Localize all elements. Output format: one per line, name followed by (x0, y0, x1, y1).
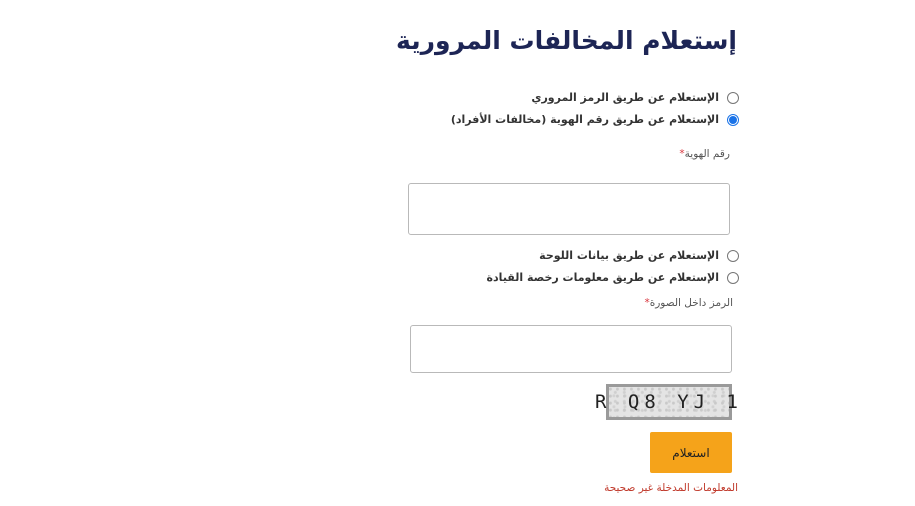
option-license-info[interactable]: الإستعلام عن طريق معلومات رخصة القيادة (487, 271, 739, 284)
option-label: الإستعلام عن طريق بيانات اللوحة (539, 249, 719, 262)
radio-traffic-code[interactable] (727, 91, 739, 104)
captcha-input[interactable] (410, 325, 732, 373)
captcha-image-text: R Q8 YJ 1 (595, 391, 743, 413)
captcha-label: الرمز داخل الصورة* (640, 297, 733, 309)
error-message: المعلومات المدخلة غير صحيحة (604, 482, 738, 494)
id-number-input[interactable] (408, 183, 730, 235)
captcha-label-text: الرمز داخل الصورة (649, 297, 733, 309)
option-plate-data[interactable]: الإستعلام عن طريق بيانات اللوحة (539, 249, 739, 262)
submit-button[interactable]: استعلام (650, 432, 732, 473)
page-title: إستعلام المخالفات المرورية (396, 26, 737, 55)
option-id-number[interactable]: الإستعلام عن طريق رقم الهوية (مخالفات ال… (451, 113, 739, 126)
id-number-label-text: رقم الهوية (684, 148, 730, 160)
radio-id-number[interactable] (727, 113, 739, 126)
id-number-label: رقم الهوية* (675, 148, 730, 160)
option-label: الإستعلام عن طريق رقم الهوية (مخالفات ال… (450, 113, 719, 126)
option-traffic-code[interactable]: الإستعلام عن طريق الرمز المروري (531, 91, 739, 104)
option-label: الإستعلام عن طريق معلومات رخصة القيادة (486, 271, 719, 284)
radio-license-info[interactable] (727, 271, 739, 284)
option-label: الإستعلام عن طريق الرمز المروري (531, 91, 719, 104)
radio-plate-data[interactable] (727, 249, 739, 262)
captcha-image: R Q8 YJ 1 (595, 384, 738, 420)
